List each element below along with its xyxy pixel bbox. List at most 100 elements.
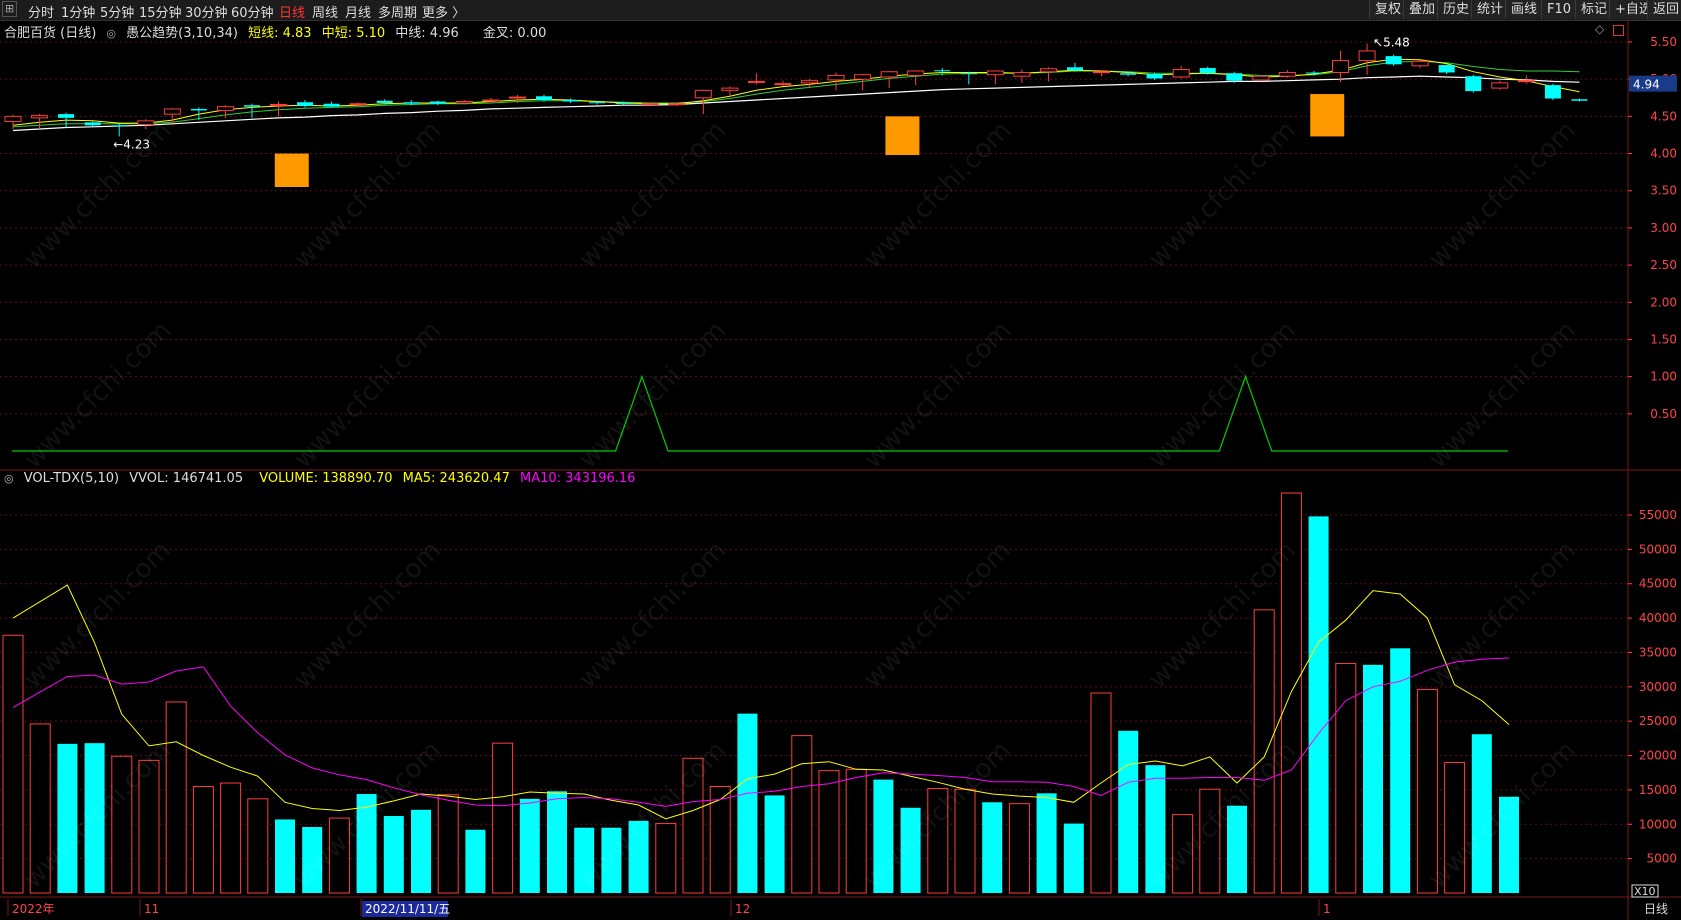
candle-body-down	[190, 108, 207, 111]
period-tab-multi[interactable]: 多周期	[378, 2, 417, 21]
volume-bar-up	[682, 757, 704, 894]
candle-body-down	[84, 122, 101, 126]
candle-body-down	[323, 103, 340, 107]
period-tab-timeshare[interactable]: 分时	[28, 2, 54, 21]
candle-body-up	[721, 87, 739, 91]
candle-body-up	[774, 83, 792, 86]
candle-body-up	[4, 115, 22, 123]
volume-bar-down	[737, 713, 758, 893]
volume-tick-label: 15000	[1639, 783, 1677, 797]
mid-line	[12, 75, 1580, 132]
candle-body-up	[854, 74, 872, 80]
price-tick-label: 4.50	[1650, 109, 1677, 123]
volume-tick-label: 20000	[1639, 749, 1677, 763]
overlay-button[interactable]: 叠加	[1403, 0, 1441, 19]
volume-bar-down	[601, 827, 622, 893]
price-tick-label: 3.50	[1650, 184, 1677, 198]
period-tab-60min[interactable]: 60分钟	[231, 2, 274, 21]
statistics-button[interactable]: 统计	[1471, 0, 1509, 19]
volume-bar-up	[818, 770, 840, 894]
x-axis-label: 2022年	[12, 902, 55, 916]
volume-bar-down	[383, 816, 404, 893]
volume-bar-down	[873, 779, 894, 893]
volume-bar-up	[2, 634, 24, 894]
volume-bar-down	[628, 820, 649, 893]
volume-bar-up	[791, 735, 813, 894]
price-tick-label: 1.00	[1650, 370, 1677, 384]
volume-tick-label: 45000	[1639, 577, 1677, 591]
volume-bar-up	[220, 782, 242, 894]
f10-button[interactable]: F10	[1541, 0, 1577, 19]
volume-bar-up	[655, 823, 677, 894]
candle-body-up	[482, 99, 500, 102]
candle-body-up	[747, 80, 765, 83]
candle-body-up	[641, 103, 659, 106]
candle-body-down	[536, 96, 552, 101]
volume-bar-down	[1308, 516, 1329, 893]
candle-body-up	[1039, 68, 1057, 73]
history-button[interactable]: 历史	[1437, 0, 1475, 19]
volume-tick-label: 55000	[1639, 508, 1677, 522]
candle-body-up	[986, 70, 1004, 76]
candle-body-up	[349, 103, 367, 106]
volume-bar-up	[165, 701, 187, 894]
period-tab-weekly[interactable]: 周线	[312, 2, 338, 21]
price-tick-label: 2.50	[1650, 258, 1677, 272]
period-tab-monthly[interactable]: 月线	[345, 2, 371, 21]
volume-bar-down	[1063, 823, 1084, 893]
volume-bar-up	[1444, 761, 1466, 894]
unit-badge: X10	[1634, 885, 1656, 898]
candle-body-down	[1571, 99, 1588, 101]
window-menu-icon[interactable]: ⊞	[2, 1, 18, 17]
low-price-marker: ←4.23	[113, 137, 150, 151]
candle-body-up	[1517, 80, 1535, 83]
volume-bar-down	[356, 794, 377, 893]
current-price-tag: 4.94	[1633, 78, 1660, 92]
candle-body-up	[880, 71, 898, 78]
volume-bar-up	[1280, 492, 1302, 894]
price-tick-label: 2.00	[1650, 295, 1677, 309]
candle-body-down	[243, 105, 260, 107]
candle-body-up	[508, 96, 526, 99]
candle-body-up	[668, 103, 686, 106]
candle-body-up	[216, 106, 234, 111]
candle-body-down	[403, 102, 420, 104]
volume-bar-down	[1118, 730, 1139, 893]
high-price-marker: ↖5.48	[1373, 35, 1410, 49]
period-tab-5min[interactable]: 5分钟	[100, 2, 134, 21]
x-axis-label: 2022/11/11/五	[365, 902, 450, 916]
mark-button[interactable]: 标记	[1575, 0, 1613, 19]
volume-tick-label: 25000	[1639, 714, 1677, 728]
draw-line-button[interactable]: 画线	[1505, 0, 1543, 19]
volume-bar-up	[954, 788, 976, 894]
candle-body-up	[1013, 71, 1031, 77]
candle-body-down	[1226, 73, 1243, 81]
volume-bar-up	[247, 798, 269, 894]
volume-tick-label: 30000	[1639, 680, 1677, 694]
period-tab-1min[interactable]: 1分钟	[61, 2, 95, 21]
candle-body-up	[1252, 75, 1270, 81]
period-tab-more[interactable]: 更多 〉	[422, 2, 465, 21]
signal-block	[885, 116, 920, 156]
volume-tick-label: 10000	[1639, 817, 1677, 831]
candle-body-down	[960, 73, 977, 75]
volume-bar-down	[1471, 734, 1492, 893]
volume-bar-down	[547, 791, 567, 893]
period-tab-30min[interactable]: 30分钟	[185, 2, 228, 21]
candle-body-down	[562, 100, 579, 102]
x-axis-label: 12	[735, 902, 750, 916]
period-toolbar: ⊞ 分时 1分钟 5分钟 15分钟 30分钟 60分钟 日线 周线 月线 多周期…	[0, 0, 1681, 21]
back-button[interactable]: 返回	[1647, 0, 1681, 19]
volume-bar-down	[1227, 805, 1247, 893]
volume-bar-down	[764, 795, 785, 893]
period-tab-daily[interactable]: 日线	[279, 2, 305, 21]
volume-bar-up	[845, 768, 867, 894]
volume-bar-down	[1499, 796, 1519, 893]
candle-body-down	[934, 70, 951, 72]
candle-body-up	[1358, 50, 1376, 62]
restore-rights-button[interactable]: 复权	[1369, 0, 1407, 19]
volume-bar-up	[1416, 689, 1438, 894]
period-tab-15min[interactable]: 15分钟	[139, 2, 182, 21]
chart-canvas[interactable]: 5.505.004.504.003.503.002.502.001.501.00…	[0, 20, 1681, 920]
volume-bar-up	[192, 785, 214, 894]
